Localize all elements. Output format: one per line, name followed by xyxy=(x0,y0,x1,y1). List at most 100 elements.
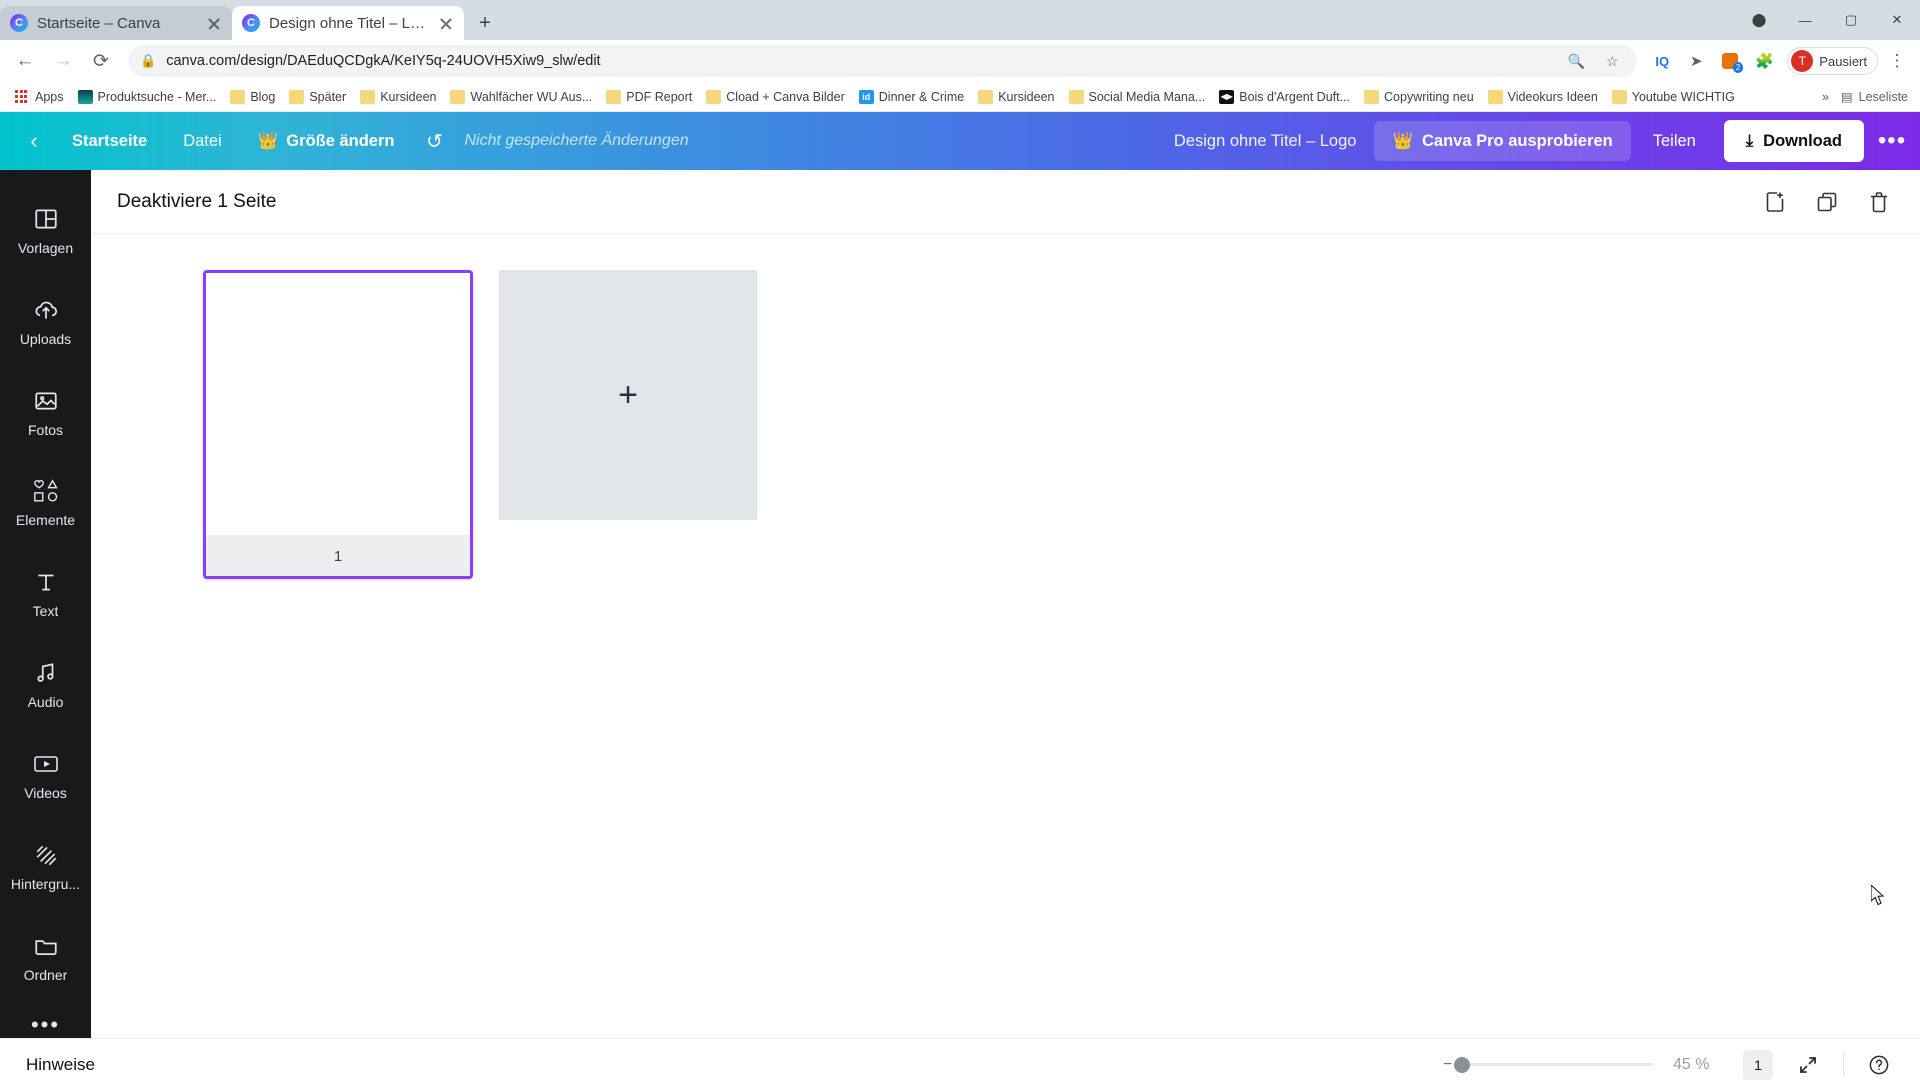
sidebar-item-fotos[interactable]: Fotos xyxy=(0,366,91,457)
bookmark-label: Copywriting neu xyxy=(1384,89,1474,104)
tab-title: Startseite – Canva xyxy=(37,14,161,32)
bookmark-cload-canva-bilder[interactable]: Cload + Canva Bilder xyxy=(699,87,851,107)
canva-top-bar: ‹ Startseite Datei 👑 Größe ändern ↺ Nich… xyxy=(0,112,1920,170)
zoom-slider-knob[interactable] xyxy=(1454,1056,1471,1073)
sidebar-item-vorlagen[interactable]: Vorlagen xyxy=(0,184,91,275)
browser-tab-1[interactable]: C Design ohne Titel – Logo xyxy=(232,6,464,40)
bookmark-label: Apps xyxy=(35,89,64,104)
page-counter-button[interactable]: 1 xyxy=(1743,1049,1773,1080)
folder-icon xyxy=(1611,89,1627,104)
avatar: T xyxy=(1791,50,1814,72)
bookmark-videokurs[interactable]: Videokurs Ideen xyxy=(1481,87,1605,107)
share-extension-icon[interactable]: ➤ xyxy=(1681,44,1711,78)
reading-list-button[interactable]: ▤ Leseliste xyxy=(1840,89,1908,105)
profile-button[interactable]: T Pausiert xyxy=(1787,47,1878,75)
bookmarks-bar: Apps Produktsuche - Mer... Blog Später K… xyxy=(0,82,1920,112)
puzzle-icon[interactable]: 🧩 xyxy=(1749,44,1779,78)
teal-thumb-icon xyxy=(77,89,93,104)
bookmark-dinner-crime[interactable]: id Dinner & Crime xyxy=(852,87,971,107)
sidebar-item-videos[interactable]: Videos xyxy=(0,729,91,820)
back-icon[interactable]: ← xyxy=(8,44,42,78)
bookmark-youtube-wichtig[interactable]: Youtube WICHTIG xyxy=(1605,87,1742,107)
add-page-placeholder[interactable]: + xyxy=(499,270,757,520)
new-tab-button[interactable]: + xyxy=(470,8,500,38)
bookmark-label: Bois d'Argent Duft... xyxy=(1239,89,1351,104)
page-card-1[interactable]: 1 xyxy=(203,270,473,579)
page-thumbnail[interactable] xyxy=(206,273,470,536)
bookmark-kursideen-1[interactable]: Kursideen xyxy=(353,87,443,107)
zoom-slider-track[interactable] xyxy=(1454,1056,1653,1073)
close-icon[interactable] xyxy=(206,15,222,31)
file-menu-button[interactable]: Datei xyxy=(165,121,240,161)
sidebar-item-uploads[interactable]: Uploads xyxy=(0,275,91,366)
home-button[interactable]: Startseite xyxy=(54,121,165,161)
bottom-bar: Hinweise − 45 % 1 xyxy=(0,1038,1920,1080)
reading-list-icon: ▤ xyxy=(1840,90,1853,104)
sidebar-item-label: Ordner xyxy=(23,967,68,983)
chevron-double-right-icon[interactable]: » xyxy=(1822,90,1829,104)
expand-arrows-icon[interactable] xyxy=(1793,1050,1823,1080)
undo-arrow-icon[interactable]: ↺ xyxy=(412,121,456,161)
maximize-button[interactable]: ▢ xyxy=(1828,0,1874,40)
bookmark-label: Wahlfächer WU Aus... xyxy=(470,89,593,104)
sidebar-more-icon[interactable]: ••• xyxy=(31,1012,60,1038)
duplicate-icon[interactable] xyxy=(1812,187,1842,217)
extensions-puzzle-icon[interactable]: 2 xyxy=(1715,44,1745,78)
forward-icon[interactable]: → xyxy=(46,44,80,78)
chrome-menu-icon[interactable]: ⋮ xyxy=(1882,44,1912,78)
folder-icon xyxy=(978,89,994,104)
reload-icon[interactable]: ⟳ xyxy=(84,44,118,78)
iq-extension-icon[interactable]: IQ xyxy=(1647,44,1677,78)
folder-icon xyxy=(289,89,305,104)
trash-icon[interactable] xyxy=(1864,187,1894,217)
bookmark-label: PDF Report xyxy=(626,89,693,104)
canva-pro-button[interactable]: 👑 Canva Pro ausprobieren xyxy=(1374,121,1631,161)
sidebar-item-label: Audio xyxy=(27,695,64,711)
close-icon[interactable] xyxy=(438,15,454,31)
share-button[interactable]: Teilen xyxy=(1631,121,1718,161)
browser-tab-0[interactable]: C Startseite – Canva xyxy=(0,6,232,40)
sidebar-item-text[interactable]: Text xyxy=(0,548,91,639)
more-options-icon[interactable]: ••• xyxy=(1864,119,1920,163)
bookmark-pdf-report[interactable]: PDF Report xyxy=(599,87,699,107)
chevron-left-icon[interactable]: ‹ xyxy=(14,121,54,161)
bookmark-wahlfaecher[interactable]: Wahlfächer WU Aus... xyxy=(443,87,599,107)
add-page-icon[interactable] xyxy=(1760,187,1790,217)
help-question-icon[interactable] xyxy=(1864,1050,1894,1080)
bookmark-spaeter[interactable]: Später xyxy=(282,87,353,107)
address-bar[interactable]: 🔒 canva.com/design/DAEduQCDgkA/KeIY5q-24… xyxy=(128,45,1638,77)
download-button[interactable]: ⤓ Download xyxy=(1723,120,1864,162)
design-title[interactable]: Design ohne Titel – Logo xyxy=(1174,132,1357,151)
bookmark-social-media[interactable]: Social Media Mana... xyxy=(1062,87,1213,107)
browser-tab-strip: C Startseite – Canva C Design ohne Titel… xyxy=(0,0,1920,40)
sidebar-item-ordner[interactable]: Ordner xyxy=(0,911,91,1002)
bookmark-apps[interactable]: Apps xyxy=(8,87,71,107)
zoom-out-icon[interactable]: − xyxy=(1443,1056,1452,1074)
close-window-button[interactable]: ✕ xyxy=(1874,0,1920,40)
resize-button[interactable]: 👑 Größe ändern xyxy=(240,121,413,161)
bookmark-label: Blog xyxy=(250,89,276,104)
bookmark-label: Kursideen xyxy=(380,89,437,104)
bookmark-kursideen-2[interactable]: Kursideen xyxy=(971,87,1061,107)
bookmark-copywriting[interactable]: Copywriting neu xyxy=(1357,87,1481,107)
bookmark-label: Videokurs Ideen xyxy=(1507,89,1598,104)
bookmark-produktsuche[interactable]: Produktsuche - Mer... xyxy=(71,87,224,107)
window-controls: ⬤ — ▢ ✕ xyxy=(1736,0,1920,40)
bookmark-bois-dargent[interactable]: ◀▶ Bois d'Argent Duft... xyxy=(1212,87,1357,107)
sidebar-item-hintergrund[interactable]: Hintergru... xyxy=(0,820,91,911)
zoom-icon[interactable]: 🔍 xyxy=(1563,48,1589,74)
notes-button[interactable]: Hinweise xyxy=(26,1055,95,1075)
bookmark-label: Social Media Mana... xyxy=(1088,89,1206,104)
minimize-button[interactable]: — xyxy=(1782,0,1828,40)
sidebar-item-audio[interactable]: Audio xyxy=(0,638,91,729)
bookmark-blog[interactable]: Blog xyxy=(223,87,282,107)
canvas-area: Deaktiviere 1 Seite 1 + xyxy=(91,170,1920,1038)
zoom-slider[interactable]: − xyxy=(1443,1056,1653,1074)
extension-circle-icon[interactable]: ⬤ xyxy=(1736,0,1782,40)
dark-site-icon: ◀▶ xyxy=(1219,89,1235,104)
sidebar-item-elemente[interactable]: Elemente xyxy=(0,457,91,548)
bookmark-star-icon[interactable]: ☆ xyxy=(1599,48,1625,74)
sidebar-item-label: Elemente xyxy=(15,513,76,529)
folder-icon xyxy=(606,89,622,104)
bookmark-label: Dinner & Crime xyxy=(878,89,965,104)
